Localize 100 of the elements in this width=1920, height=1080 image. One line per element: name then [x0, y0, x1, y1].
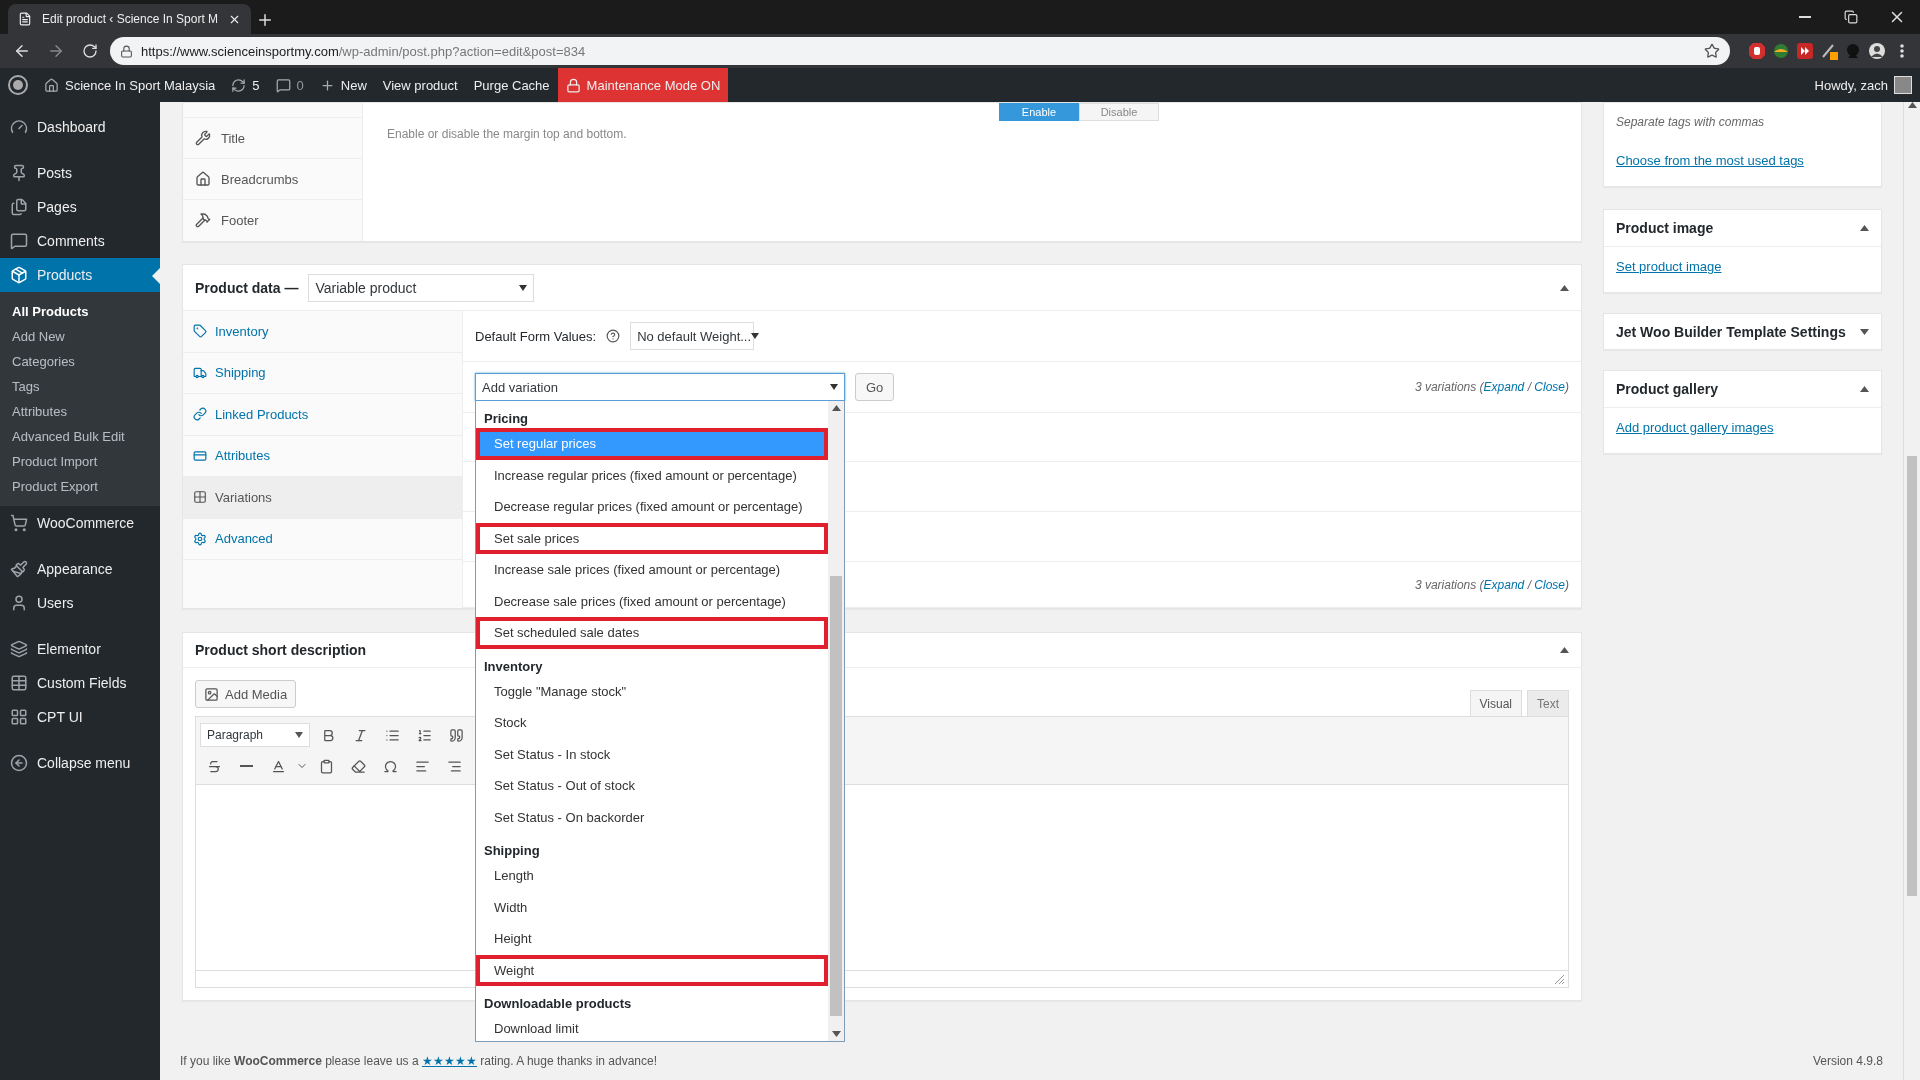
plus-icon	[319, 77, 335, 93]
submenu-item[interactable]: Attributes	[0, 399, 160, 424]
view-product-link[interactable]: View product	[374, 68, 466, 102]
new-link[interactable]: New	[311, 68, 375, 102]
version-text: Version 4.9.8	[1812, 1054, 1883, 1068]
product-data-tab[interactable]: Variations	[183, 477, 462, 519]
purge-cache-link[interactable]: Purge Cache	[465, 68, 558, 102]
strikethrough-icon	[206, 758, 222, 774]
italic-icon	[352, 727, 368, 743]
sidebar-item[interactable]: WooCommerce	[0, 506, 160, 540]
product-data-tab[interactable]: Linked Products	[183, 394, 462, 436]
collapse-toggle-icon[interactable]	[1560, 647, 1569, 653]
format-select[interactable]: Paragraph	[200, 723, 310, 747]
wrench-icon	[195, 130, 211, 146]
numbered-list-icon	[416, 727, 432, 743]
box-icon	[10, 266, 28, 284]
footer-text: If you like WooCommerce please leave us a ★★★★★ rating. A huge thanks in advance!	[180, 1054, 658, 1068]
comment-icon	[275, 77, 291, 93]
collapse-toggle-icon[interactable]	[1560, 284, 1569, 291]
settings-icon	[193, 531, 207, 546]
address-bar[interactable]: https://www.scienceinsportmy.com/wp-admin/post.php?action=edit&post=834	[110, 37, 1730, 65]
expand-link[interactable]: Expand	[1483, 577, 1525, 592]
sidebar-item[interactable]: Elementor	[0, 620, 160, 666]
sidebar-item[interactable]: Users	[0, 586, 160, 620]
product-data-tab[interactable]: Shipping	[183, 352, 462, 394]
media-icon	[204, 686, 219, 702]
sidebar-item[interactable]: Appearance	[0, 540, 160, 586]
table-icon	[10, 674, 28, 692]
option-group-label: Inventory	[483, 657, 544, 676]
profile-icon[interactable]	[1868, 42, 1886, 60]
settings-tab[interactable]: Title	[183, 117, 362, 158]
sidebar-item[interactable]: Collapse menu	[0, 734, 160, 780]
card-icon	[193, 448, 207, 463]
product-type-select[interactable]: Variable product	[308, 273, 535, 302]
submenu-item[interactable]: All Products	[0, 299, 160, 324]
dropdown-option[interactable]: Set sale prices	[476, 522, 828, 554]
product-data-tab[interactable]: Advanced	[183, 518, 462, 560]
submenu-item[interactable]: Tags	[0, 374, 160, 399]
settings-tab[interactable]: Footer	[183, 199, 362, 240]
comments-link[interactable]: 0	[267, 68, 312, 102]
dropdown-option[interactable]: Weight	[476, 954, 828, 986]
bookmark-star-icon[interactable]	[1704, 43, 1720, 59]
editor-tab[interactable]: Text	[1527, 690, 1569, 716]
submenu-item[interactable]: Advanced Bulk Edit	[0, 424, 160, 449]
reload-icon	[82, 43, 98, 59]
option-group-label: Pricing	[483, 410, 530, 428]
sidebar-item[interactable]: Pages	[0, 190, 160, 224]
submenu-item[interactable]: Product Export	[0, 474, 160, 499]
page-icon	[18, 12, 32, 26]
box-title: Jet Woo Builder Template Settings	[1616, 323, 1846, 340]
add-media-button[interactable]: Add Media	[195, 680, 297, 708]
field-label: Default Form Values:	[475, 328, 597, 344]
scrollbar[interactable]	[828, 401, 844, 1041]
product-data-tab[interactable]: Inventory	[183, 311, 462, 353]
collapse-toggle-icon[interactable]	[1860, 328, 1869, 335]
sidebar-item[interactable]: Custom Fields	[0, 666, 160, 700]
maintenance-mode-link[interactable]: Maintenance Mode ON	[557, 68, 729, 102]
hint-text: Separate tags with commas	[1616, 115, 1766, 129]
field-description: Enable or disable the margin top and bottom.	[387, 127, 628, 141]
submenu-item[interactable]: Categories	[0, 349, 160, 374]
page-scrollbar[interactable]	[1903, 102, 1920, 1080]
expand-link[interactable]: Expand	[1483, 380, 1525, 394]
box-title: Product gallery	[1616, 381, 1718, 397]
user-icon	[10, 594, 28, 612]
link-icon	[193, 407, 207, 422]
submenu-item[interactable]: Add New	[0, 324, 160, 349]
box-link[interactable]: Add product gallery images	[1616, 420, 1774, 435]
omega-icon	[382, 758, 398, 774]
scroll-down-icon	[831, 1031, 841, 1037]
settings-tab[interactable]: Breadcrumbs	[183, 158, 362, 199]
submenu-item[interactable]: Product Import	[0, 449, 160, 474]
dropdown-option[interactable]: Set scheduled sale dates	[476, 617, 828, 649]
editor-tab[interactable]: Visual	[1469, 690, 1522, 716]
browser-tab[interactable]: Edit product ‹ Science In Sport M	[8, 4, 252, 34]
go-button[interactable]: Go	[855, 373, 895, 401]
hammer-icon	[195, 212, 211, 228]
forward-icon[interactable]	[1796, 42, 1814, 60]
sidebar-item[interactable]: Comments	[0, 224, 160, 258]
sidebar-item[interactable]: CPT UI	[0, 700, 160, 734]
updates-link[interactable]: 5	[223, 68, 268, 102]
lock-icon	[565, 77, 581, 93]
most-used-tags-link[interactable]: Choose from the most used tags	[1616, 153, 1804, 168]
account-link[interactable]: Howdy, zach	[1806, 68, 1920, 102]
resize-grip-icon[interactable]	[1555, 974, 1564, 984]
close-link[interactable]: Close	[1534, 380, 1565, 394]
card-title: Product data —	[195, 279, 299, 296]
help-icon	[606, 329, 621, 343]
sidebar-item[interactable]: Products	[0, 258, 160, 292]
site-name-link[interactable]: Science In Sport Malaysia	[36, 68, 224, 102]
sidebar-item[interactable]: Dashboard	[0, 110, 160, 144]
globe-icon[interactable]	[1772, 42, 1790, 60]
box-link[interactable]: Set product image	[1616, 259, 1722, 274]
collapse-toggle-icon[interactable]	[1860, 225, 1869, 231]
layers-icon	[10, 640, 28, 658]
bulk-action-select[interactable]: Add variation	[475, 373, 845, 401]
collapse-toggle-icon[interactable]	[1860, 386, 1869, 392]
sidebar-item[interactable]: Posts	[0, 144, 160, 190]
stop-sign-icon[interactable]	[1748, 42, 1766, 60]
rating-link[interactable]: ★★★★★	[421, 1054, 477, 1068]
close-link[interactable]: Close	[1534, 577, 1565, 592]
